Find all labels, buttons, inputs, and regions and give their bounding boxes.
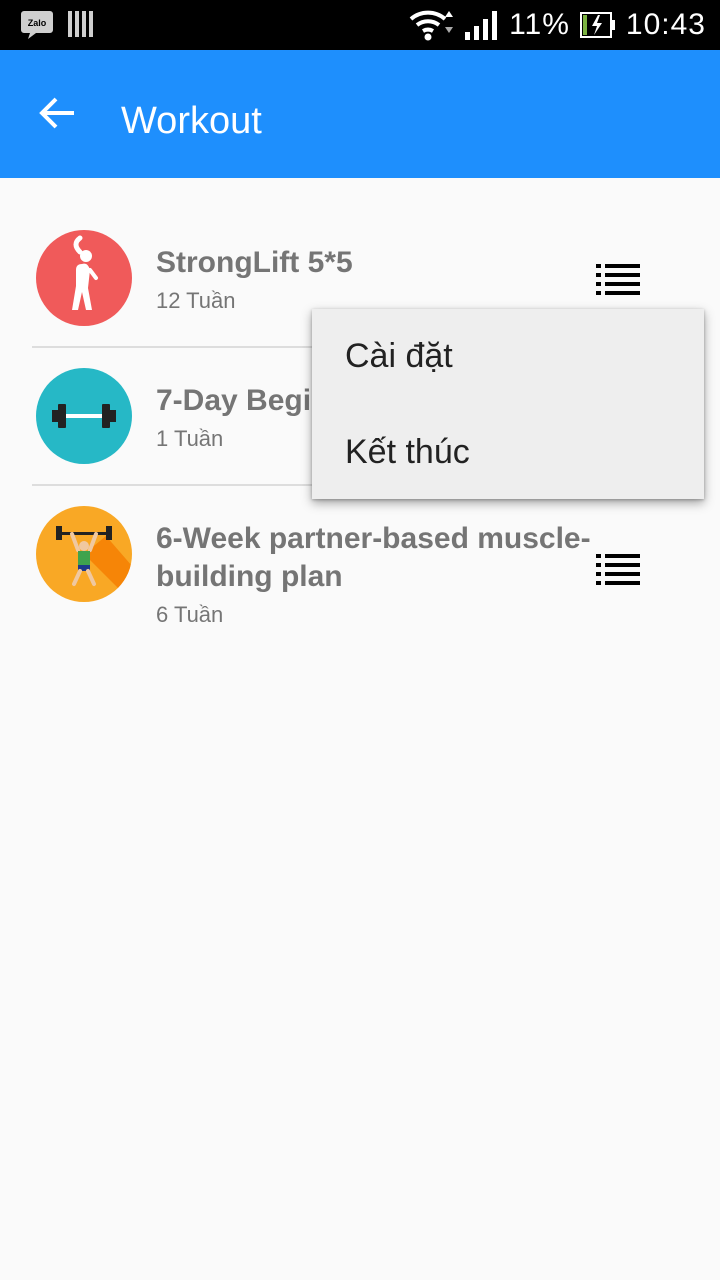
battery-percent: 11%: [509, 8, 570, 41]
menu-item-finish[interactable]: Kết thúc: [345, 433, 470, 472]
barbell-icon: [36, 368, 132, 464]
workout-title: 6-Week partner-based muscle-building pla…: [156, 522, 591, 593]
workout-duration: 1 Tuần: [156, 426, 224, 451]
app-bar: Workout: [0, 50, 720, 178]
signal-icon: [465, 11, 498, 40]
svg-text:Zalo: Zalo: [28, 18, 47, 28]
arrow-left-icon[interactable]: [34, 90, 80, 136]
stretching-person-icon: [36, 230, 132, 326]
list-menu-icon[interactable]: [592, 262, 644, 296]
battery-icon: [579, 12, 615, 38]
system-status: 11% 10:43: [409, 0, 706, 50]
barcode-icon: [68, 11, 93, 37]
clock: 10:43: [625, 8, 706, 41]
status-bar: Zalo 11% 10:43: [0, 0, 720, 50]
workout-duration: 6 Tuần: [156, 602, 224, 627]
workout-title: StrongLift 5*5: [156, 246, 353, 279]
menu-item-settings[interactable]: Cài đặt: [345, 337, 453, 376]
context-menu: Cài đặt Kết thúc: [312, 309, 704, 499]
list-menu-icon[interactable]: [592, 552, 644, 586]
notification-icons: Zalo: [20, 8, 94, 40]
wifi-icon: [409, 10, 454, 41]
weightlifter-icon: [36, 506, 132, 602]
list-item[interactable]: 6-Week partner-based muscle-building pla…: [0, 486, 720, 646]
page-title: Workout: [121, 100, 262, 142]
workout-duration: 12 Tuần: [156, 288, 236, 313]
zalo-icon: Zalo: [21, 11, 53, 39]
